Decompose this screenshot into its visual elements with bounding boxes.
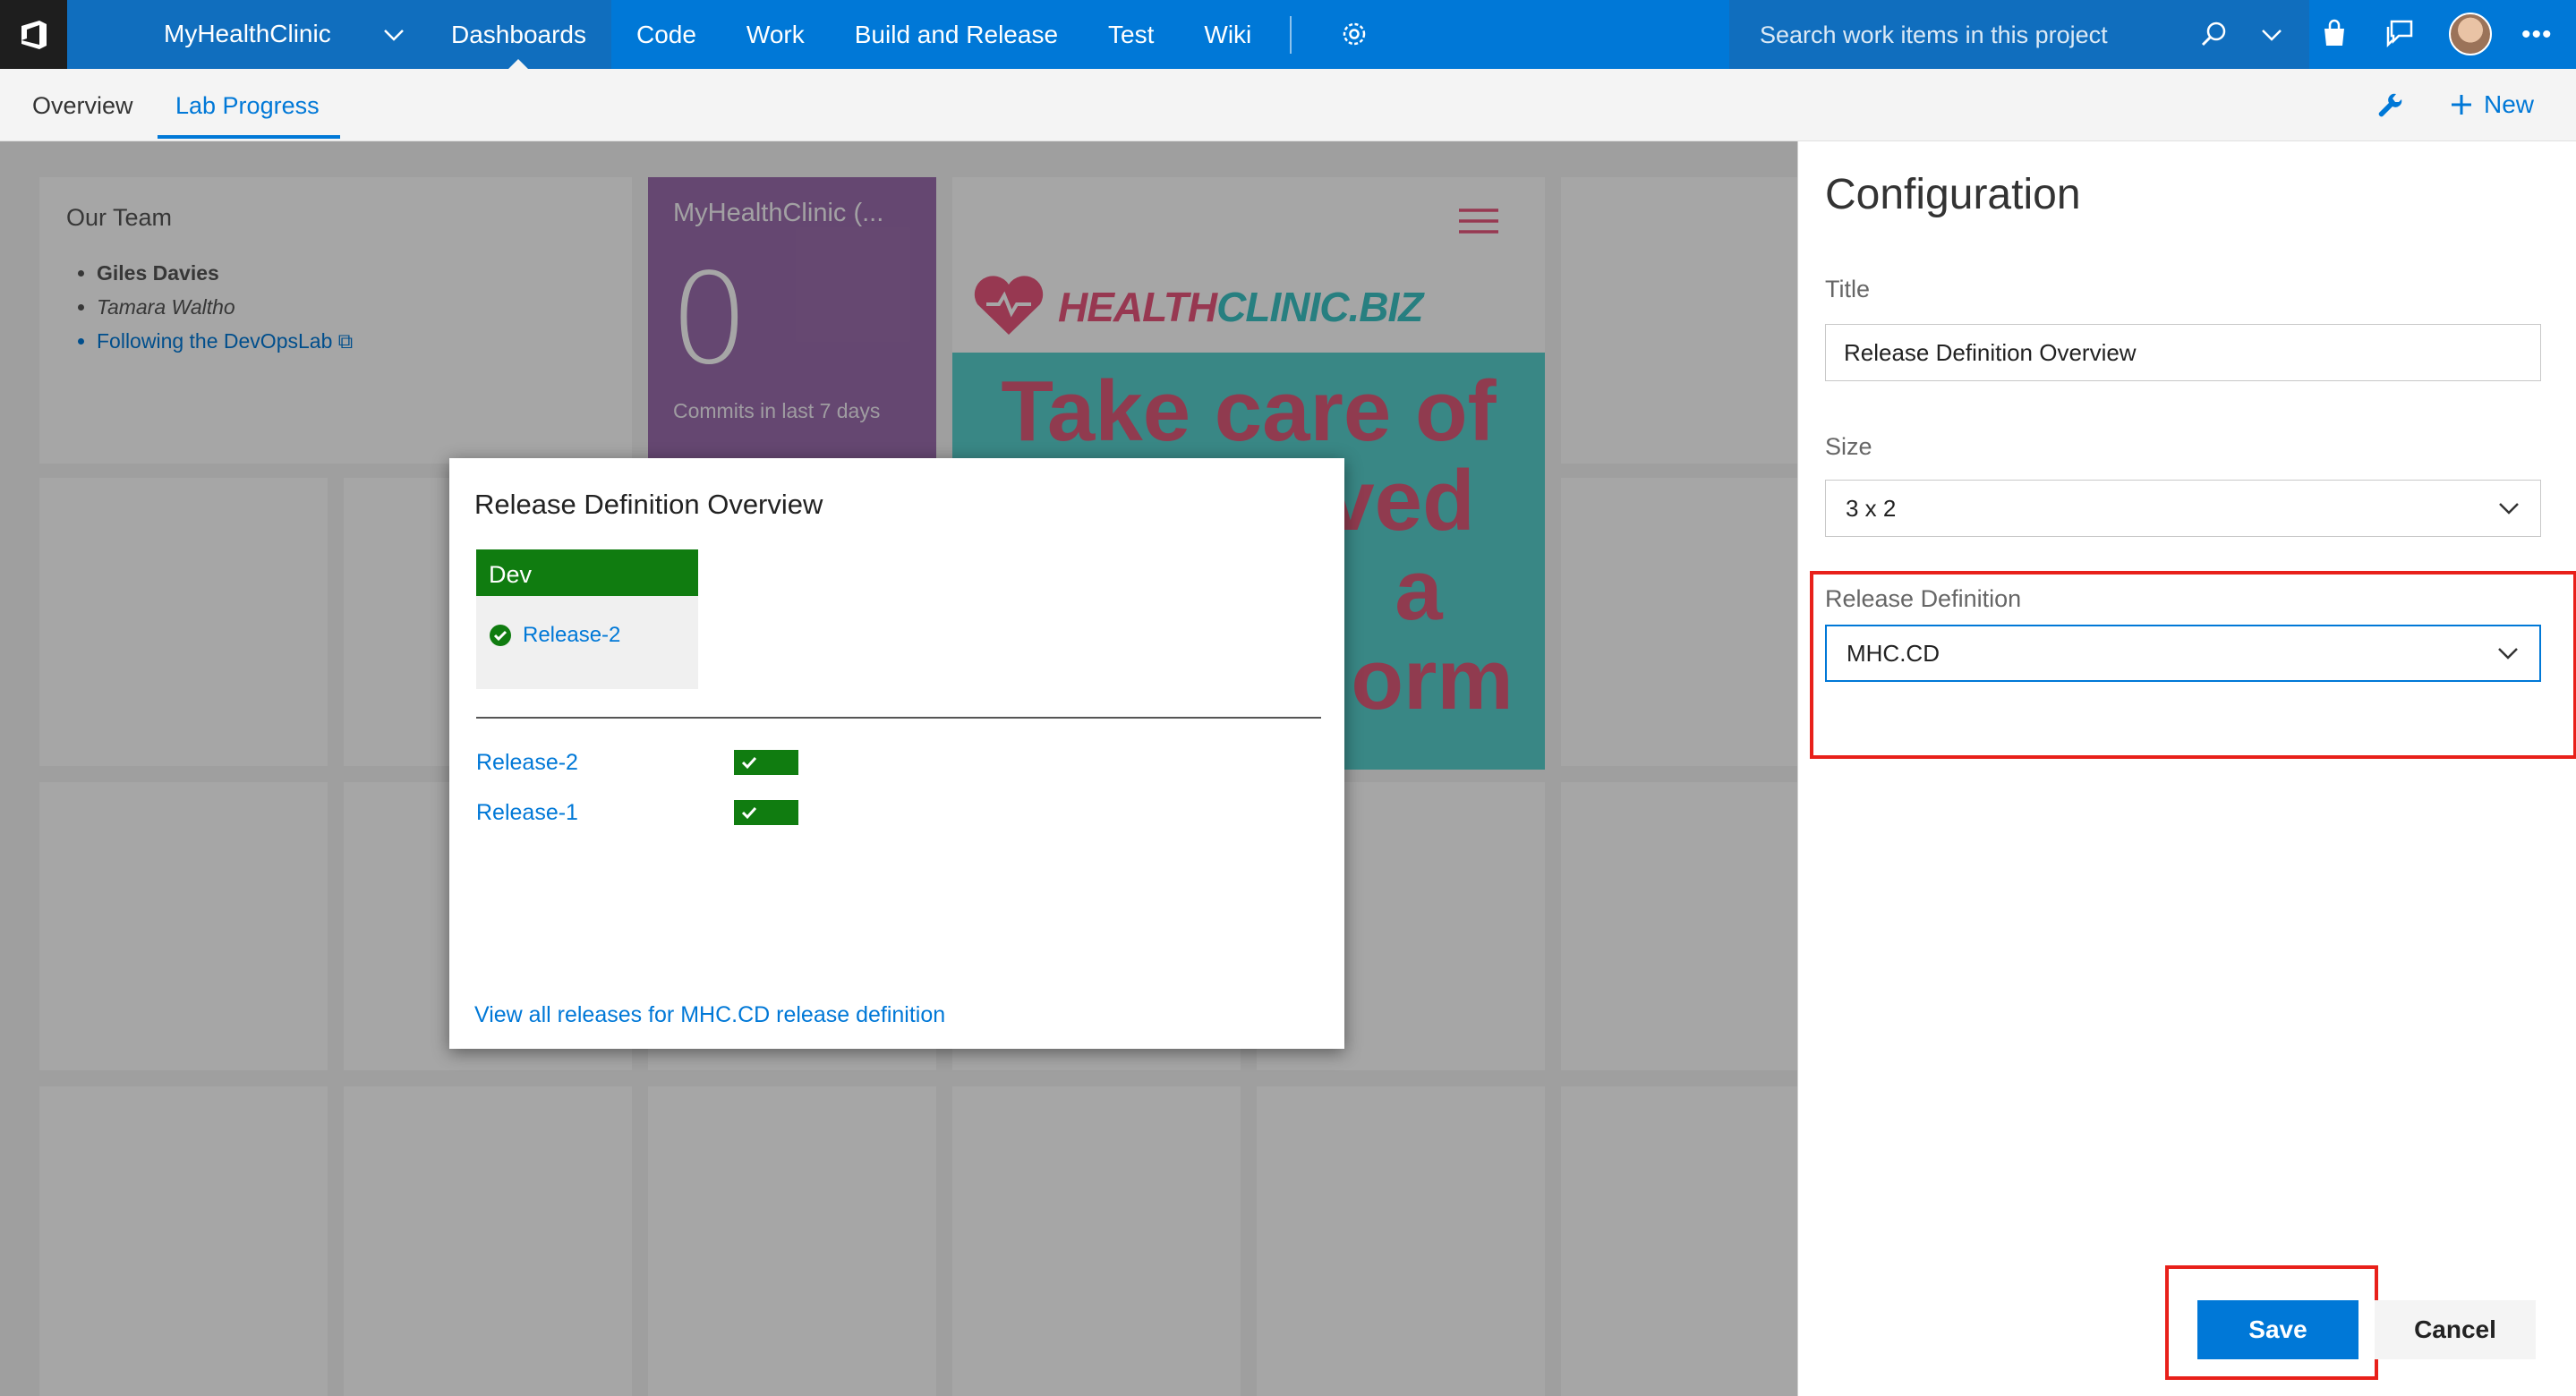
save-button[interactable]: Save [2197,1300,2358,1359]
nav-code[interactable]: Code [611,0,721,69]
widget-title: Release Definition Overview [474,489,823,520]
feedback-icon[interactable] [2384,18,2415,48]
configuration-panel: Configuration Title Release Definition O… [1797,141,2576,1396]
avatar[interactable] [2449,13,2492,55]
nav-test[interactable]: Test [1083,0,1179,69]
active-tab-indicator [158,135,340,139]
nav-work[interactable]: Work [721,0,830,69]
panel-title: Configuration [1825,171,2081,218]
project-selector[interactable]: MyHealthClinic [67,0,426,69]
search-box[interactable]: Search work items in this project [1729,0,2309,69]
release-definition-dropdown[interactable]: MHC.CD [1825,625,2541,682]
check-icon [741,806,757,820]
new-dashboard-button[interactable]: New [2450,90,2534,119]
size-label: Size [1825,433,1872,460]
chevron-down-icon[interactable] [2260,23,2283,47]
plus-icon [2452,95,2471,115]
release-definition-value: MHC.CD [1847,639,1940,667]
release-status-badge [734,750,798,775]
environment-name: Dev [476,549,698,596]
chevron-down-icon [384,30,404,41]
tab-overview[interactable]: Overview [32,92,133,120]
top-navigation-bar: MyHealthClinic Dashboards Code Work Buil… [0,0,2576,69]
wrench-icon[interactable] [2376,92,2405,121]
chevron-down-icon [2498,648,2518,660]
nav-build-and-release[interactable]: Build and Release [830,0,1083,69]
project-name: MyHealthClinic [164,20,331,47]
environment-release[interactable]: Release-2 [489,623,620,648]
search-icon[interactable] [2200,20,2229,48]
release-link: Release-2 [523,623,621,647]
success-check-icon [490,625,511,646]
check-icon [741,756,757,770]
release-definition-widget-preview: Release Definition Overview Dev Release-… [449,458,1344,1049]
size-dropdown[interactable]: 3 x 2 [1825,480,2541,537]
release-status-badge [734,800,798,825]
tab-lab-progress[interactable]: Lab Progress [175,92,320,120]
more-options-icon[interactable]: ••• [2521,20,2553,50]
title-field[interactable]: Release Definition Overview [1825,324,2541,381]
chevron-down-icon [2499,503,2519,515]
size-value: 3 x 2 [1846,494,1897,522]
title-label: Title [1825,276,1871,302]
nav-dashboards[interactable]: Dashboards [426,0,611,69]
nav-divider [1290,16,1292,54]
release-link[interactable]: Release-2 [476,750,578,776]
nav-wiki[interactable]: Wiki [1179,0,1276,69]
dashboard-tabs-bar: Overview Lab Progress New [0,69,2576,141]
release-definition-label: Release Definition [1825,585,2022,612]
hub-nav: Dashboards Code Work Build and Release T… [426,0,1276,69]
environment-card[interactable]: Dev Release-2 [476,549,698,689]
release-link[interactable]: Release-1 [476,800,578,826]
view-all-releases-link[interactable]: View all releases for MHC.CD release def… [474,1002,945,1028]
gear-icon[interactable] [1340,20,1369,48]
search-input[interactable]: Search work items in this project [1760,21,2108,49]
divider [476,717,1321,719]
marketplace-bag-icon[interactable] [2320,18,2349,48]
vsts-logo-icon[interactable] [0,0,67,69]
cancel-button[interactable]: Cancel [2375,1300,2536,1359]
new-button-label: New [2484,90,2535,118]
